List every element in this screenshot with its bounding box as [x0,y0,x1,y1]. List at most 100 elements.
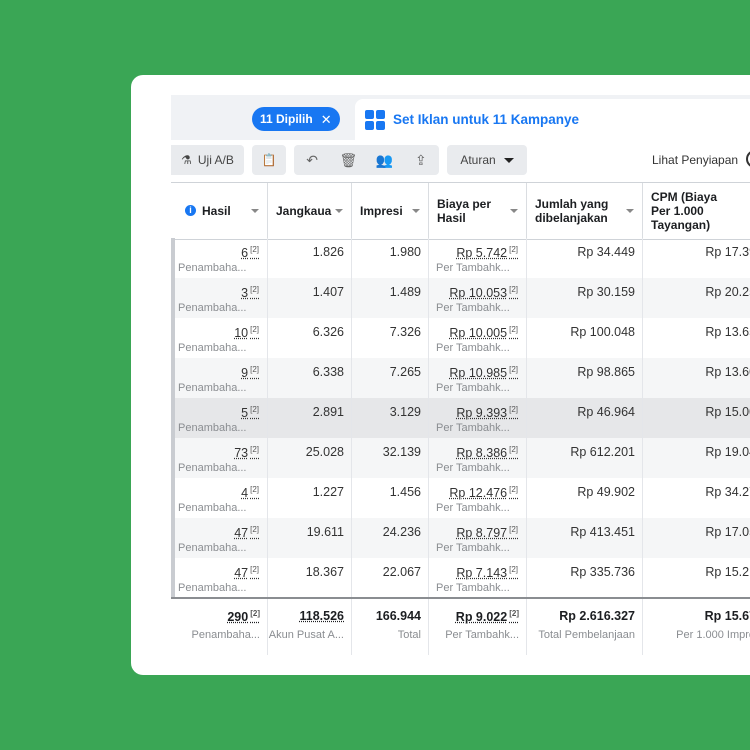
cell-cpm: Rp 13.608 [643,358,750,398]
cell-value: Rp 17.398 [705,245,750,259]
attribution-mark: [2] [509,325,518,334]
cell-value: Rp 17.059 [705,525,750,539]
cell-subtext: Penambaha... [178,502,247,514]
cell-impresi: 24.236 [352,518,429,558]
cell-value: Rp 34.273 [705,485,750,499]
undo-icon[interactable]: ↶ [294,152,330,169]
cell-subtext: Per Tambahk... [436,262,510,274]
table-header: i Hasil Jangkaua Impresi Biaya per Hasil Juml… [171,182,750,240]
column-header-hasil[interactable]: i Hasil [171,183,268,239]
table-row[interactable]: 47 [2] Penambaha... 19.611 24.236 Rp 8.797 [2]… [171,518,750,558]
cell-value[interactable]: Rp 12.476 [2] [449,485,518,500]
cell-jumlah: Rp 30.159 [527,278,643,318]
table-row[interactable]: 3 [2] Penambaha... 1.407 1.489 Rp 10.053 [2] Pe… [171,278,750,318]
sort-caret-icon[interactable] [626,209,634,213]
cell-subtext: Per Tambahk... [436,302,510,314]
attribution-mark: [2] [509,565,518,574]
cell-value: Rp 15.214 [705,565,750,579]
total-row: 290 [2] Penambaha... 118.526 Akun Pusat A...… [171,597,750,655]
tab-ad-sets[interactable]: Set Iklan untuk 11 Kampanye [355,99,750,140]
cell-subtext: Per Tambahk... [436,582,510,594]
total-subtext: Total Pembelanjaan [538,629,635,641]
cell-value: Rp 19.049 [705,445,750,459]
attribution-mark: [2] [250,365,259,374]
attribution-mark: [2] [509,609,519,618]
export-icon[interactable]: ⇪ [403,152,439,169]
cell-subtext: Penambaha... [178,542,247,554]
table-row[interactable]: 5 [2] Penambaha... 2.891 3.129 Rp 9.393 [2] Per… [171,398,750,438]
view-setup-toggle[interactable] [746,150,750,168]
total-impresi: 166.944 Total [352,599,429,655]
attribution-mark: [2] [250,445,259,454]
cell-value[interactable]: 6 [2] [241,245,259,260]
cell-value[interactable]: 4 [2] [241,485,259,500]
cell-value[interactable]: Rp 9.393 [2] [456,405,518,420]
table-row[interactable]: 6 [2] Penambaha... 1.826 1.980 Rp 5.742 [2] Per… [171,238,750,278]
column-header-cpm[interactable]: CPM (Biaya Per 1.000 Tayangan) [643,183,750,239]
sort-caret-icon[interactable] [335,209,343,213]
cell-value: 2.891 [312,405,344,419]
attribution-mark: [2] [250,245,259,254]
cell-value[interactable]: Rp 10.985 [2] [449,365,518,380]
table-row[interactable]: 73 [2] Penambaha... 25.028 32.139 Rp 8.386 [2]… [171,438,750,478]
attribution-mark: [2] [509,365,518,374]
column-header-jumlah[interactable]: Jumlah yang dibelanjakan [527,183,643,239]
sort-caret-icon[interactable] [251,209,259,213]
column-header-biaya[interactable]: Biaya per Hasil [429,183,527,239]
cell-biaya: Rp 10.053 [2] Per Tambahk... [429,278,527,318]
cell-value[interactable]: 3 [2] [241,285,259,300]
column-header-impresi[interactable]: Impresi [352,183,429,239]
cell-value[interactable]: 47 [2] [234,525,259,540]
tab-strip: 11 Dipilih ✕ Set Iklan untuk 11 Kampanye [171,95,750,140]
cell-value: Rp 46.964 [577,405,635,419]
cell-value: 1.227 [312,485,344,499]
cell-hasil: 5 [2] Penambaha... [171,398,268,438]
cell-subtext: Per Tambahk... [436,382,510,394]
column-label: Hasil [202,204,231,218]
cell-value: Rp 34.449 [577,245,635,259]
attribution-mark: [2] [250,525,259,534]
info-icon[interactable]: i [185,205,196,216]
cell-value[interactable]: Rp 10.053 [2] [449,285,518,300]
rules-dropdown[interactable]: Aturan [447,145,527,175]
trash-icon[interactable]: 🗑 [330,152,366,169]
total-value: Rp 9.022 [2] [455,609,519,625]
users-icon[interactable]: 👥 [367,152,403,169]
attribution-mark: [2] [509,405,518,414]
selected-chip[interactable]: 11 Dipilih ✕ [252,107,340,131]
cell-value[interactable]: Rp 7.143 [2] [456,565,518,580]
attribution-mark: [2] [250,405,259,414]
cell-value[interactable]: Rp 10.005 [2] [449,325,518,340]
column-header-jangkauan[interactable]: Jangkaua [268,183,352,239]
tab-campaigns[interactable]: 11 Dipilih ✕ [171,95,346,140]
cell-biaya: Rp 7.143 [2] Per Tambahk... [429,558,527,598]
cell-jumlah: Rp 413.451 [527,518,643,558]
ab-test-button[interactable]: ⚗ Uji A/B [171,145,244,175]
table-row[interactable]: 10 [2] Penambaha... 6.326 7.326 Rp 10.005 [2] P… [171,318,750,358]
table-row[interactable]: 4 [2] Penambaha... 1.227 1.456 Rp 12.476 [2] Pe… [171,478,750,518]
cell-value[interactable]: 47 [2] [234,565,259,580]
cell-value[interactable]: 9 [2] [241,365,259,380]
clipboard-icon: 📋 [261,153,277,167]
cell-impresi: 7.265 [352,358,429,398]
cell-value: 22.067 [382,565,421,579]
table-row[interactable]: 9 [2] Penambaha... 6.338 7.265 Rp 10.985 [2] Pe… [171,358,750,398]
sort-caret-icon[interactable] [510,209,518,213]
cell-value[interactable]: Rp 5.742 [2] [456,245,518,260]
table-row[interactable]: 47 [2] Penambaha... 18.367 22.067 Rp 7.143 [2]… [171,558,750,598]
cell-biaya: Rp 8.386 [2] Per Tambahk... [429,438,527,478]
cell-value[interactable]: 10 [2] [234,325,259,340]
attribution-mark: [2] [509,525,518,534]
close-icon[interactable]: ✕ [321,113,332,126]
cell-value[interactable]: Rp 8.386 [2] [456,445,518,460]
cell-value[interactable]: 73 [2] [234,445,259,460]
attribution-mark: [2] [250,285,259,294]
total-value: Rp 2.616.327 [559,609,635,623]
sort-caret-icon[interactable] [412,209,420,213]
duplicate-button[interactable]: 📋 [252,145,286,175]
cell-value[interactable]: 5 [2] [241,405,259,420]
cell-value[interactable]: Rp 8.797 [2] [456,525,518,540]
cell-hasil: 6 [2] Penambaha... [171,238,268,278]
cell-value: 7.326 [389,325,421,339]
cell-value: 24.236 [382,525,421,539]
